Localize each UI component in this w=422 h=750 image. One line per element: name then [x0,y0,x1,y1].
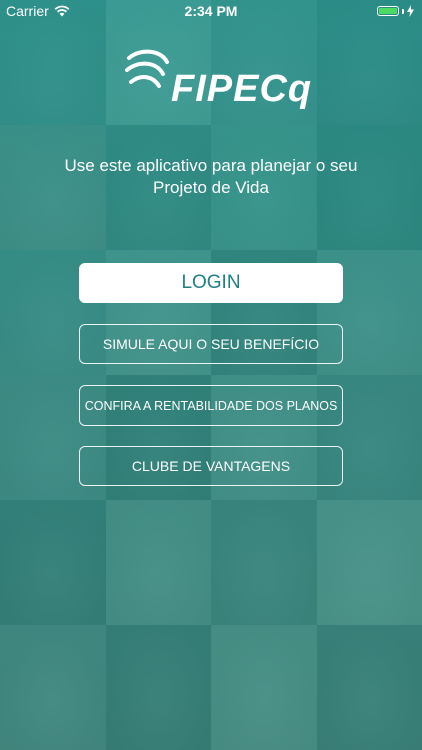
charging-bolt-icon [407,5,414,17]
tagline: Use este aplicativo para planejar o seu … [0,155,422,199]
logo-wordmark: FIPECq [171,68,313,110]
login-button[interactable]: LOGIN [79,263,343,303]
status-bar: Carrier 2:34 PM [0,0,422,22]
battery-indicator [377,5,414,17]
tagline-line-2: Projeto de Vida [153,178,269,197]
simulate-benefit-button[interactable]: SIMULE AQUI O SEU BENEFÍCIO [79,324,343,364]
plans-profitability-button[interactable]: CONFIRA A RENTABILIDADE DOS PLANOS [79,385,343,426]
battery-nub [402,8,404,14]
brand-logo: FIPECq [123,44,311,126]
status-time: 2:34 PM [184,3,238,19]
main-content: FIPECq Use este aplicativo para planejar… [0,0,422,750]
battery-fill [379,8,397,14]
tagline-line-1: Use este aplicativo para planejar o seu [64,156,358,175]
logo-swirl-icon [125,49,169,88]
benefits-club-button[interactable]: CLUBE DE VANTAGENS [79,446,343,486]
battery-icon [377,6,399,16]
